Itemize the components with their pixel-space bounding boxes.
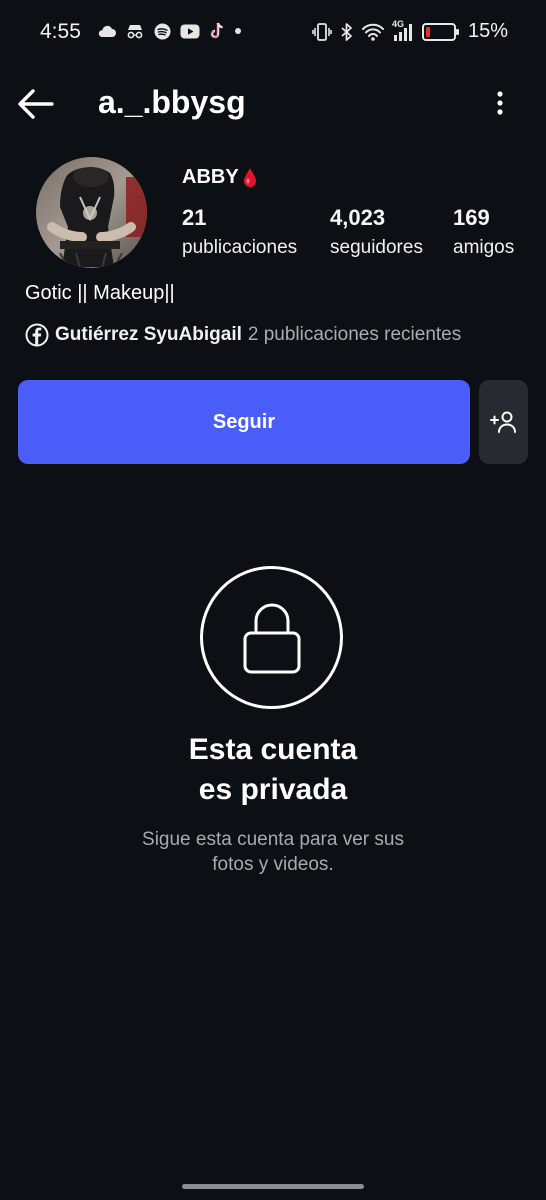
stat-followers-label: seguidores xyxy=(330,237,423,258)
spotify-icon xyxy=(154,23,171,39)
profile-bio: Gotic || Makeup|| xyxy=(25,282,175,304)
stat-posts-count: 21 xyxy=(182,205,207,230)
vibrate-icon xyxy=(312,22,332,41)
blood-drop-icon xyxy=(243,167,256,187)
profile-screen: 4:55 4G 15% a._.bbysg ABBY 21 publicacio… xyxy=(0,0,546,1200)
facebook-recent-posts: 2 publicaciones recientes xyxy=(247,324,462,345)
profile-username: a._.bbysg xyxy=(98,84,246,120)
wifi-icon xyxy=(361,23,384,41)
battery-level xyxy=(425,26,430,37)
tiktok-icon xyxy=(210,22,223,39)
stat-followers-count: 4,023 xyxy=(330,205,386,230)
add-person-icon xyxy=(489,411,516,433)
stat-friends-count: 169 xyxy=(453,205,490,230)
cloud-icon xyxy=(98,25,116,37)
private-title-line2: es privada xyxy=(198,773,348,806)
battery-percent: 15% xyxy=(467,20,508,42)
incognito-icon xyxy=(127,25,143,39)
lock-icon xyxy=(243,603,300,673)
follow-button[interactable]: Seguir xyxy=(18,380,470,464)
status-bar: 4:55 4G 15% xyxy=(0,0,546,64)
stat-followers[interactable]: 4,023 seguidores xyxy=(330,205,423,259)
add-friend-button[interactable] xyxy=(479,380,528,464)
profile-header: a._.bbysg xyxy=(0,72,546,136)
avatar-photo xyxy=(36,157,147,268)
stat-friends-label: amigos xyxy=(453,237,515,258)
facebook-name: Gutiérrez SyuAbigail xyxy=(55,324,242,345)
battery-icon xyxy=(421,22,459,41)
private-subtitle-line1: Sigue esta cuenta para ver sus xyxy=(142,829,404,850)
back-button[interactable] xyxy=(16,86,56,122)
private-title-line1: Esta cuenta xyxy=(188,733,358,766)
dot-icon xyxy=(235,28,241,34)
home-gesture-bar[interactable] xyxy=(182,1184,364,1189)
facebook-icon xyxy=(25,323,49,347)
bluetooth-icon xyxy=(341,22,352,41)
stat-friends[interactable]: 169 amigos xyxy=(453,205,514,259)
status-time: 4:55 xyxy=(40,20,81,43)
more-vertical-icon xyxy=(497,91,503,115)
more-options-button[interactable] xyxy=(490,88,510,120)
youtube-icon xyxy=(180,24,200,38)
arrow-left-icon xyxy=(18,89,54,119)
display-name: ABBY xyxy=(182,166,259,189)
notification-icons xyxy=(98,22,242,40)
private-lock-badge xyxy=(200,566,343,709)
signal-4g-icon: 4G xyxy=(392,19,414,42)
private-subtitle-line2: fotos y videos. xyxy=(212,854,334,875)
facebook-link[interactable]: Gutiérrez SyuAbigail 2 publicaciones rec… xyxy=(25,323,461,347)
private-account-title: Esta cuenta es privada xyxy=(0,730,546,810)
profile-avatar[interactable] xyxy=(36,157,147,268)
system-icons: 4G 15% xyxy=(312,19,508,43)
stat-posts[interactable]: 21 publicaciones xyxy=(182,205,297,259)
private-account-subtitle: Sigue esta cuenta para ver sus fotos y v… xyxy=(0,827,546,877)
stat-posts-label: publicaciones xyxy=(182,237,298,258)
display-name-text: ABBY xyxy=(182,166,239,188)
